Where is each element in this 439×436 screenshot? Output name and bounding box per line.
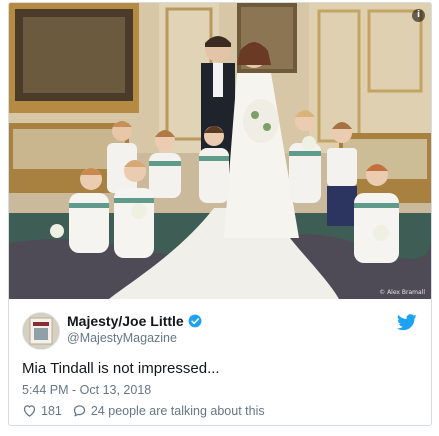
info-icon[interactable]: i: [412, 9, 425, 22]
tweet-photo[interactable]: i © Alex Bramall: [9, 3, 431, 299]
avatar[interactable]: [22, 312, 60, 350]
tweet-text: Mia Tindall is not impressed...: [22, 360, 220, 377]
tweet-timestamp[interactable]: 5:44 PM - Oct 13, 2018: [22, 383, 151, 397]
tweet-actions: 181 24 people are talking about this: [22, 403, 275, 418]
conversation-action[interactable]: 24 people are talking about this: [72, 403, 265, 418]
display-name[interactable]: Majesty/Joe Little: [67, 313, 184, 329]
tweet-body: Majesty/Joe Little @MajestyMagazine Mia …: [9, 300, 431, 425]
photo-credit: © Alex Bramall: [379, 289, 425, 296]
like-action[interactable]: 181: [22, 403, 62, 418]
twitter-bird-icon[interactable]: [397, 314, 417, 331]
verified-badge-icon: [188, 314, 202, 328]
conversation-text: 24 people are talking about this: [90, 403, 265, 418]
wedding-group-photo: [9, 3, 431, 299]
heart-icon: [23, 405, 36, 417]
author-row[interactable]: Majesty/Joe Little: [67, 313, 202, 329]
user-handle[interactable]: @MajestyMagazine: [67, 331, 177, 345]
tweet-card: i © Alex Bramall Majesty/Joe Little @Maj…: [8, 2, 432, 426]
reply-bubble-icon: [73, 405, 85, 417]
like-count: 181: [41, 403, 62, 418]
